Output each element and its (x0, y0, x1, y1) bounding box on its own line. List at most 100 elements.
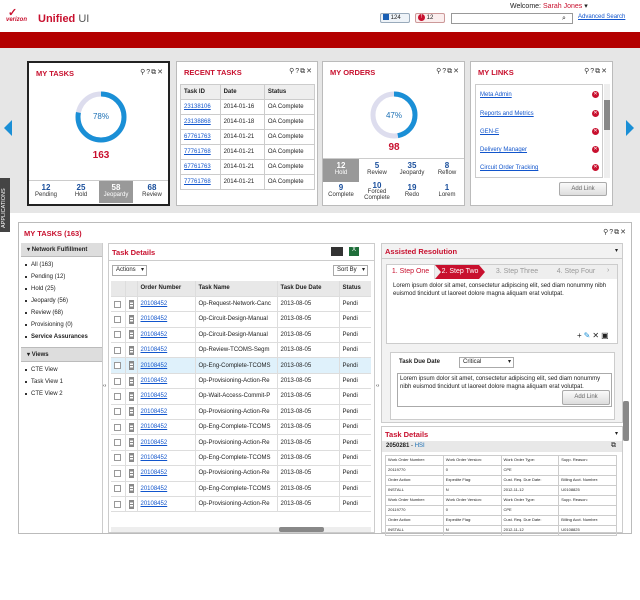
drag-handle-icon[interactable] (128, 438, 134, 448)
add-link-button[interactable]: Add Link (562, 390, 610, 405)
excel-export-icon[interactable]: X (349, 247, 359, 256)
order-number-link[interactable]: 20108452 (141, 455, 168, 461)
step-two-tab[interactable]: 2. Step Two (435, 265, 485, 279)
order-number-link[interactable]: 20108452 (141, 301, 168, 307)
sidebar-item-pending[interactable]: Pending (12) (21, 271, 102, 283)
widget-controls[interactable]: ⚲?⧉✕ (289, 67, 313, 76)
table-row[interactable]: 20108452 Op-Circuit-Design-Manual 2013-08-… (111, 311, 371, 328)
col-header-task-name[interactable]: Task Name (195, 281, 278, 297)
row-checkbox[interactable] (114, 454, 121, 462)
carousel-prev-arrow-icon[interactable] (4, 120, 12, 136)
table-row[interactable]: 20108452 Op-Provisioning-Action-Re 2013-08… (111, 434, 371, 451)
stat-hold[interactable]: 25 Hold (66, 183, 96, 198)
order-number-link[interactable]: 20108452 (141, 409, 168, 415)
table-row[interactable]: 20108452 Op-Provisioning-Action-Re 2013-08… (111, 465, 371, 482)
sidebar-header-network-fulfillment[interactable]: ▾ Network Fulfillment (21, 243, 102, 257)
order-number-link[interactable]: 20108452 (141, 363, 168, 369)
task-id-link[interactable]: 77761768 (184, 149, 211, 155)
table-horizontal-scrollbar[interactable] (111, 527, 371, 532)
search-icon[interactable]: ⌕ (562, 15, 566, 23)
sidebar-item-cte-view[interactable]: CTE View (21, 364, 102, 376)
sidebar-item-review[interactable]: Review (68) (21, 307, 102, 319)
order-number-link[interactable]: 20108452 (141, 424, 168, 430)
table-row[interactable]: 20108452 Op-Eng-Complete-TCOMS 2013-08-05 P… (111, 481, 371, 497)
widget-controls[interactable]: ⚲?⧉✕ (584, 67, 608, 76)
stat-jeopardy[interactable]: 58 Jeopardy (99, 181, 133, 203)
sidebar-item-jeopardy[interactable]: Jeopardy (56) (21, 295, 102, 307)
row-checkbox[interactable] (114, 315, 121, 323)
link-item[interactable]: Delivery Manager (480, 147, 527, 153)
sidebar-item-task-view-1[interactable]: Task View 1 (21, 376, 102, 388)
order-number-link[interactable]: 20108452 (141, 440, 168, 446)
drag-handle-icon[interactable] (128, 330, 134, 340)
drag-handle-icon[interactable] (128, 361, 134, 371)
panel-scrollbar[interactable] (623, 401, 629, 441)
row-checkbox[interactable] (114, 346, 121, 354)
close-icon[interactable]: ✕ (306, 68, 313, 75)
drag-handle-icon[interactable] (128, 484, 134, 494)
panel-controls[interactable]: ⚲?⧉✕ (603, 228, 627, 237)
row-checkbox[interactable] (114, 377, 121, 385)
col-header-order-number[interactable]: Order Number (137, 281, 196, 297)
order-number-link[interactable]: 20108452 (141, 486, 168, 492)
sidebar-item-all[interactable]: All (163) (21, 259, 102, 271)
row-checkbox[interactable] (114, 423, 121, 431)
actions-dropdown[interactable]: Actions (112, 265, 147, 276)
drag-handle-icon[interactable] (128, 468, 134, 478)
remove-link-icon[interactable]: ✕ (592, 91, 599, 98)
user-name-link[interactable]: Sarah Jones (543, 3, 582, 10)
row-checkbox[interactable] (114, 300, 121, 308)
close-icon[interactable]: ✕ (620, 229, 627, 236)
col-header-status[interactable]: Status (339, 281, 371, 297)
sidebar-item-cte-view-2[interactable]: CTE View 2 (21, 388, 102, 400)
drag-handle-icon[interactable] (128, 453, 134, 463)
chevron-down-icon[interactable]: ▾ (615, 430, 618, 437)
order-number-link[interactable]: 20108452 (141, 501, 168, 507)
pop-out-icon[interactable]: ⧉ (611, 442, 616, 450)
sidebar-item-service-assurances[interactable]: Service Assurances (21, 331, 102, 343)
col-header-due-date[interactable]: Task Due Date (277, 281, 340, 297)
task-due-date-select[interactable]: Critical (459, 357, 514, 368)
table-row[interactable]: 20108452 Op-Provisioning-Action-Re 2013-08… (111, 373, 371, 390)
order-stat-hold[interactable]: 12 Hold (323, 159, 359, 182)
table-row[interactable]: 20108452 Op-Provisioning-Action-Re 2013-08… (111, 404, 371, 421)
search-input[interactable] (451, 13, 573, 24)
drag-handle-icon[interactable] (128, 391, 134, 401)
advanced-search-link[interactable]: Advanced Search (578, 14, 625, 20)
sidebar-header-views[interactable]: ▾ Views (21, 347, 102, 362)
order-number-link[interactable]: 20108452 (141, 393, 168, 399)
order-stat-review[interactable]: 5 Review (361, 161, 393, 176)
row-checkbox[interactable] (114, 362, 121, 370)
stat-review[interactable]: 68 Review (137, 183, 167, 198)
drag-handle-icon[interactable] (128, 376, 134, 386)
row-checkbox[interactable] (114, 408, 121, 416)
print-icon[interactable] (331, 247, 343, 256)
order-stat-lorem[interactable]: 1 Lorem (431, 183, 463, 198)
order-stat-complete[interactable]: 9 Complete (325, 183, 357, 198)
delete-icon[interactable]: ✕ (592, 331, 601, 340)
verizon-logo[interactable]: ✓ verizon (6, 6, 32, 26)
remove-link-icon[interactable]: ✕ (592, 110, 599, 117)
sidebar-item-provisioning[interactable]: Provisioning (0) (21, 319, 102, 331)
row-checkbox[interactable] (114, 500, 121, 508)
row-checkbox[interactable] (114, 485, 121, 493)
task-id-link[interactable]: 23138106 (184, 104, 211, 110)
order-number-link[interactable]: 20108452 (141, 470, 168, 476)
next-step-icon[interactable]: › (607, 267, 609, 274)
collapse-panel-icon[interactable]: ‹› (376, 383, 379, 389)
task-id-link[interactable]: 67761763 (184, 134, 211, 140)
remove-link-icon[interactable]: ✕ (592, 146, 599, 153)
order-number-link[interactable]: 20108452 (141, 316, 168, 322)
table-row[interactable]: 20108452 Op-Review-TCOMS-Segm 2013-08-05 Pe… (111, 342, 371, 359)
widget-controls[interactable]: ⚲?⧉✕ (140, 68, 164, 77)
add-icon[interactable]: + (577, 331, 584, 340)
chevron-down-icon[interactable]: ▾ (615, 247, 618, 254)
step-one-tab[interactable]: 1. Step One (387, 265, 435, 279)
row-checkbox[interactable] (114, 469, 121, 477)
step-four-tab[interactable]: 4. Step Four (547, 265, 605, 279)
links-scrollbar[interactable] (604, 84, 610, 178)
task-id-link[interactable]: 67761763 (184, 164, 211, 170)
widget-controls[interactable]: ⚲?⧉✕ (436, 67, 460, 76)
order-stat-reflow[interactable]: 8 Reflow (431, 161, 463, 176)
drag-handle-icon[interactable] (128, 345, 134, 355)
